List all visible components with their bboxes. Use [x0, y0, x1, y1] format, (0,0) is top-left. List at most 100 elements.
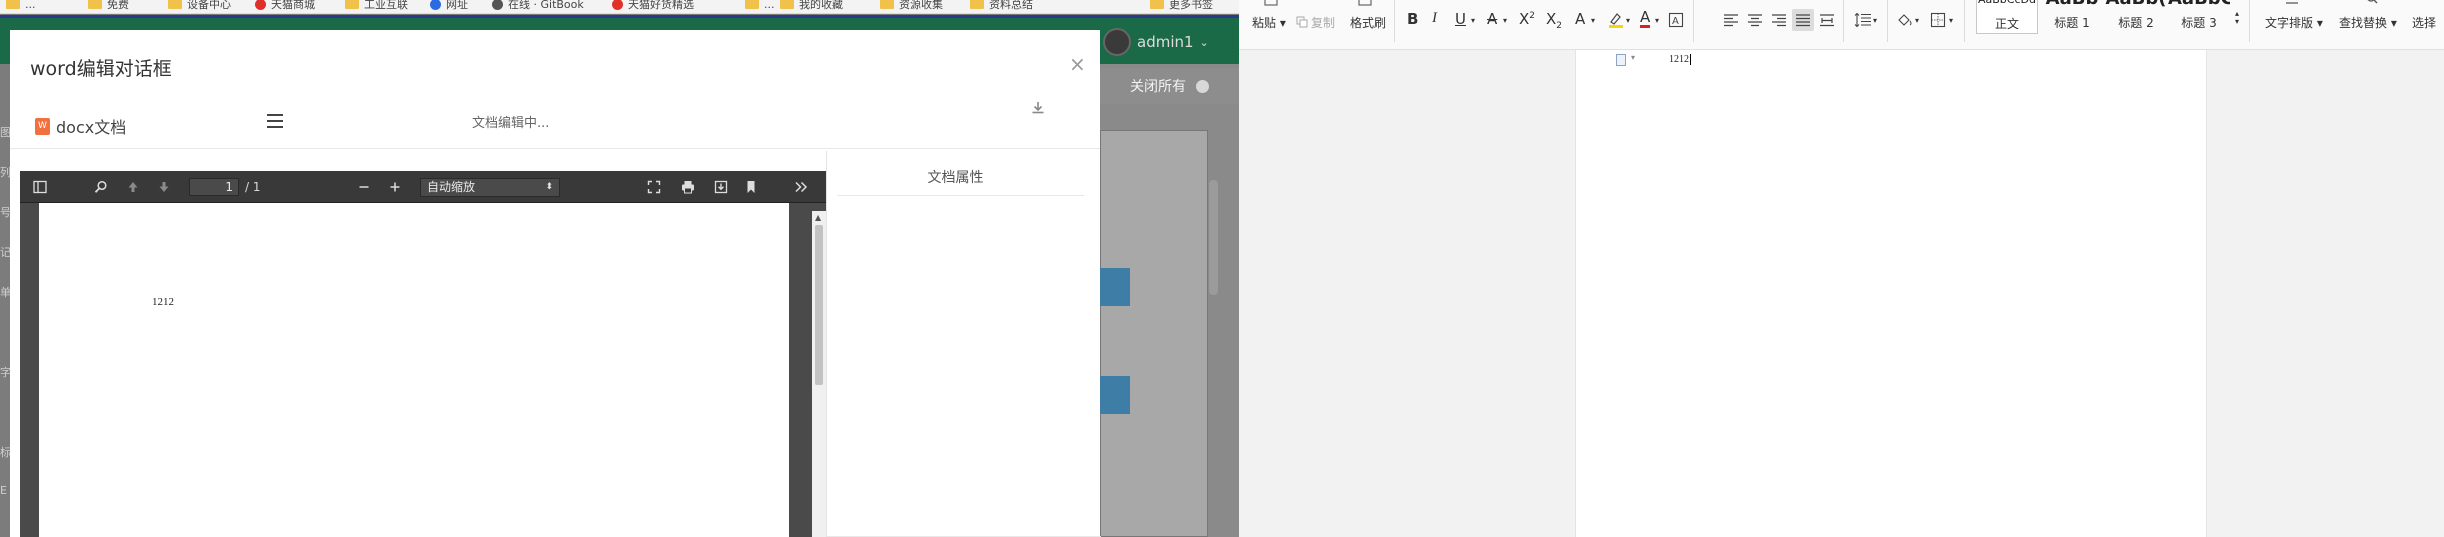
tools-menu-icon[interactable]: [793, 179, 809, 195]
format-painter-icon[interactable]: [1357, 0, 1373, 8]
bookmark-icon[interactable]: [743, 179, 759, 195]
bookmark-item[interactable]: 更多书签: [1150, 0, 1213, 11]
folder-icon: [745, 0, 759, 9]
copy-icon[interactable]: [1296, 16, 1308, 28]
folder-icon: [6, 0, 20, 9]
shading-icon[interactable]: [1896, 12, 1914, 28]
bookmark-item[interactable]: ...: [6, 0, 36, 11]
line-spacing-icon[interactable]: [1854, 12, 1872, 28]
print-icon[interactable]: [680, 179, 696, 195]
style-normal[interactable]: AaBbCcDd 正文: [1976, 0, 2038, 34]
chevron-down-icon[interactable]: ▾: [1631, 53, 1635, 62]
chevron-down-icon[interactable]: ▾: [1949, 16, 1953, 25]
text-layout-icon[interactable]: [2284, 0, 2300, 8]
folder-icon: [88, 0, 102, 9]
bookmark-item[interactable]: 天猫好货精选: [612, 0, 694, 11]
close-all-tabs-button[interactable]: 关闭所有: [1100, 68, 1239, 104]
fullscreen-icon[interactable]: [646, 179, 662, 195]
save-icon[interactable]: [713, 179, 729, 195]
align-justify-icon[interactable]: [1795, 13, 1811, 27]
distributed-align-icon[interactable]: [1819, 13, 1835, 27]
toolbar-divider: [1693, 0, 1694, 42]
find-replace-button[interactable]: 查找替换 ▾: [2339, 14, 2397, 31]
superscript-icon[interactable]: X2: [1519, 10, 1535, 28]
bookmark-item[interactable]: 资料总结: [970, 0, 1033, 11]
style-heading-1[interactable]: AaBb 标题 1: [2041, 0, 2103, 34]
folder-icon: [970, 0, 984, 9]
chevron-down-icon[interactable]: ▾: [1471, 16, 1475, 25]
zoom-out-icon[interactable]: [356, 179, 372, 195]
find-icon[interactable]: [2365, 0, 2379, 6]
highlight-icon[interactable]: [1607, 11, 1625, 29]
chevron-down-icon: ⌄: [1199, 35, 1209, 49]
page-total: / 1: [245, 180, 261, 194]
align-center-icon[interactable]: [1747, 13, 1763, 27]
bookmark-item[interactable]: 我的收藏: [780, 0, 843, 11]
bookmark-item[interactable]: 资源收集: [880, 0, 943, 11]
page-number-input[interactable]: 1: [189, 178, 239, 196]
copy-button[interactable]: 复制: [1311, 14, 1335, 31]
site-icon: [255, 0, 266, 10]
scroll-up-icon[interactable]: ▲: [815, 213, 821, 222]
char-border-icon[interactable]: A: [1668, 12, 1684, 28]
pdf-page-text: 1212: [152, 296, 174, 308]
paste-button[interactable]: 粘贴 ▾: [1252, 14, 1286, 31]
prev-page-icon[interactable]: [125, 179, 141, 195]
close-icon[interactable]: ×: [1069, 52, 1086, 76]
font-color-icon[interactable]: A: [1640, 10, 1651, 28]
user-name: admin1: [1137, 33, 1194, 51]
next-page-icon[interactable]: [156, 179, 172, 195]
dialog-divider: [10, 148, 1100, 149]
style-heading-2[interactable]: AaBb( 标题 2: [2105, 0, 2167, 34]
chevron-down-icon[interactable]: ▾: [1591, 16, 1595, 25]
text-layout-button[interactable]: 文字排版 ▾: [2265, 14, 2323, 31]
document-text[interactable]: 1212: [1669, 54, 1691, 66]
strikethrough-icon[interactable]: A: [1487, 10, 1497, 28]
user-menu[interactable]: admin1 ⌄: [1103, 28, 1209, 56]
align-left-icon[interactable]: [1723, 13, 1739, 27]
align-right-icon[interactable]: [1771, 13, 1787, 27]
scrollbar-thumb[interactable]: [815, 225, 823, 385]
pdf-page: 1212: [39, 203, 789, 537]
docx-file-icon: W: [35, 117, 50, 135]
pdf-scrollbar[interactable]: ▲: [812, 211, 826, 537]
select-button[interactable]: 选择: [2412, 14, 2436, 31]
styles-more-icon[interactable]: ▴ ▾: [2235, 10, 2239, 26]
document-page[interactable]: ▾ 1212: [1575, 50, 2207, 537]
toolbar-divider: [1887, 0, 1888, 42]
style-heading-3[interactable]: AaBbC 标题 3: [2168, 0, 2230, 34]
toolbar-divider: [1964, 0, 1965, 42]
menu-icon[interactable]: [267, 114, 283, 128]
page-scrollbar[interactable]: [1209, 180, 1218, 295]
document-canvas: ▾ 1212: [1239, 50, 2444, 537]
bookmark-item[interactable]: 天猫商城: [255, 0, 315, 11]
download-icon[interactable]: [1030, 100, 1046, 116]
bookmarks-bar: ... 免费 设备中心 天猫商城 工业互联 网址 在线 · GitBook 天猫…: [0, 0, 1239, 14]
chevron-down-icon[interactable]: ▾: [1915, 16, 1919, 25]
bold-icon[interactable]: B: [1407, 10, 1418, 28]
bookmark-item[interactable]: 设备中心: [168, 0, 231, 11]
sidebar-toggle-icon[interactable]: [32, 179, 48, 195]
bookmark-item[interactable]: ...: [745, 0, 775, 11]
pdf-viewer: 1 / 1 自动缩放 ⬍ 1212 ▲: [20, 171, 826, 537]
clear-format-icon[interactable]: A: [1575, 10, 1585, 28]
italic-icon[interactable]: I: [1432, 10, 1437, 27]
format-painter-button[interactable]: 格式刷: [1350, 14, 1386, 31]
subscript-icon[interactable]: X2: [1546, 10, 1562, 31]
chevron-down-icon[interactable]: ▾: [1626, 16, 1630, 25]
paste-icon[interactable]: [1263, 0, 1279, 6]
search-icon[interactable]: [93, 179, 109, 195]
chevron-down-icon[interactable]: ▾: [1873, 16, 1877, 25]
bookmark-item[interactable]: 在线 · GitBook: [492, 0, 584, 11]
borders-icon[interactable]: [1930, 12, 1946, 28]
background-row-highlight: [1100, 268, 1130, 306]
bookmark-item[interactable]: 工业互联: [345, 0, 408, 11]
underline-icon[interactable]: U: [1455, 10, 1466, 28]
chevron-down-icon[interactable]: ▾: [1655, 16, 1659, 25]
zoom-select[interactable]: 自动缩放 ⬍: [420, 178, 560, 197]
bookmark-item[interactable]: 网址: [430, 0, 468, 11]
paragraph-layout-icon[interactable]: [1616, 54, 1626, 66]
bookmark-item[interactable]: 免费: [88, 0, 129, 11]
zoom-in-icon[interactable]: [387, 179, 403, 195]
chevron-down-icon[interactable]: ▾: [1503, 16, 1507, 25]
